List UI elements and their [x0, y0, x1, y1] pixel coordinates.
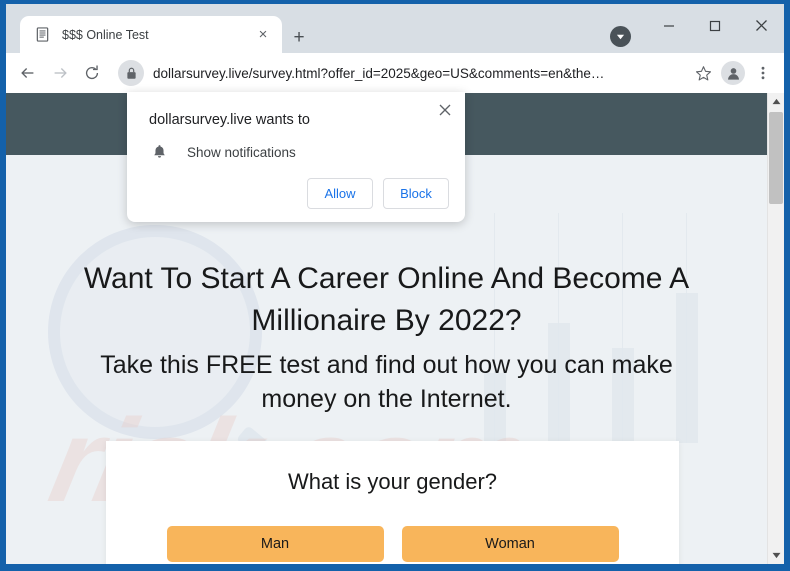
browser-tab[interactable]: $$$ Online Test ×: [20, 16, 282, 53]
dialog-actions: Allow Block: [307, 178, 449, 209]
survey-options: Man Woman: [106, 526, 679, 562]
page-headline: Want To Start A Career Online And Become…: [83, 262, 690, 337]
window-minimize-button[interactable]: [646, 4, 692, 47]
browser-window: $$$ Online Test × + dollarsurvey.live/su…: [0, 0, 790, 571]
tab-strip: $$$ Online Test × +: [6, 4, 784, 53]
tab-close-icon[interactable]: ×: [254, 26, 272, 44]
browser-toolbar: dollarsurvey.live/survey.html?offer_id=2…: [6, 53, 784, 93]
back-button[interactable]: [12, 57, 44, 89]
address-bar[interactable]: dollarsurvey.live/survey.html?offer_id=2…: [116, 59, 682, 87]
star-icon[interactable]: [688, 58, 718, 88]
block-button[interactable]: Block: [383, 178, 449, 209]
dialog-permission-label: Show notifications: [187, 144, 296, 160]
dialog-close-icon[interactable]: [433, 98, 457, 122]
new-tab-button[interactable]: +: [287, 25, 311, 49]
survey-option-woman[interactable]: Woman: [401, 526, 619, 562]
dialog-title: dollarsurvey.live wants to: [149, 112, 310, 128]
tab-title: $$$ Online Test: [62, 27, 149, 42]
window-controls: [646, 4, 784, 47]
three-dots-menu-icon[interactable]: [748, 58, 778, 88]
window-close-button[interactable]: [738, 4, 784, 47]
survey-card: What is your gender? Man Woman: [106, 441, 679, 564]
survey-question: What is your gender?: [287, 469, 498, 494]
allow-button[interactable]: Allow: [307, 178, 373, 209]
bell-icon: [149, 142, 169, 162]
page-subheadline: Take this FREE test and find out how you…: [100, 351, 673, 413]
notification-permission-dialog: dollarsurvey.live wants to Show notifica…: [127, 92, 465, 222]
dialog-permission-row: Show notifications: [149, 142, 296, 162]
scrollbar-up-arrow-icon[interactable]: [768, 93, 784, 110]
forward-button[interactable]: [44, 57, 76, 89]
profile-button[interactable]: [718, 58, 748, 88]
scrollbar-down-arrow-icon[interactable]: [768, 547, 784, 564]
reload-button[interactable]: [76, 57, 108, 89]
survey-option-man[interactable]: Man: [166, 526, 384, 562]
document-icon: [34, 27, 50, 43]
download-indicator-icon[interactable]: [610, 26, 631, 47]
page-scrollbar[interactable]: [767, 93, 784, 564]
lock-icon: [118, 60, 144, 86]
scrollbar-thumb[interactable]: [769, 112, 783, 204]
window-maximize-button[interactable]: [692, 4, 738, 47]
account-avatar-icon: [721, 61, 745, 85]
url-text: dollarsurvey.live/survey.html?offer_id=2…: [153, 65, 605, 81]
browser-window-inner: $$$ Online Test × + dollarsurvey.live/su…: [6, 4, 784, 564]
